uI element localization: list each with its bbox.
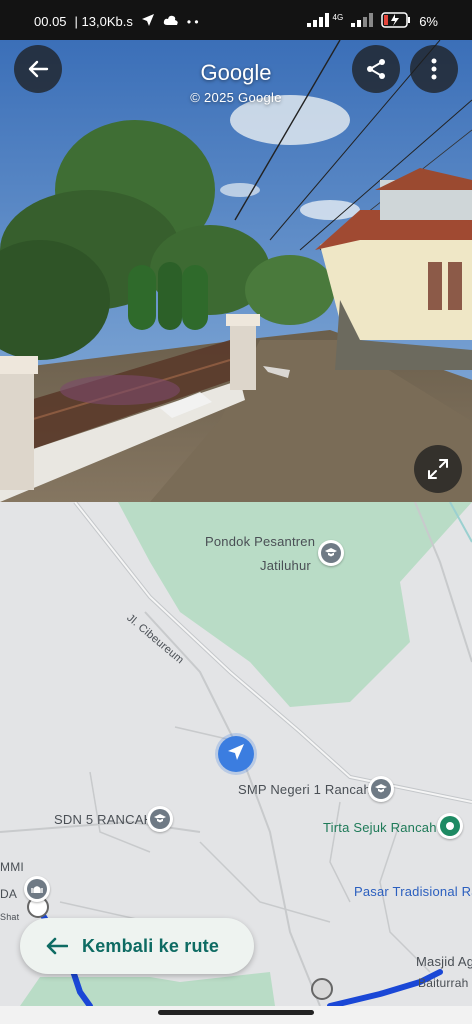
more-options-button[interactable] xyxy=(410,45,458,93)
street-view-copyright: © 2025 Google xyxy=(190,90,282,105)
expand-icon xyxy=(427,458,449,480)
battery-icon xyxy=(381,12,411,31)
school-icon xyxy=(325,544,337,562)
school-marker-smp[interactable] xyxy=(368,776,394,802)
more-vert-icon xyxy=(431,58,437,80)
map-label-pondok-line2: Jatiluhur xyxy=(260,558,311,573)
map-label-da: DA xyxy=(0,887,18,901)
map-label-tirta: Tirta Sejuk Rancah xyxy=(323,820,437,835)
home-handle[interactable] xyxy=(158,1010,314,1015)
expand-button[interactable] xyxy=(414,445,462,493)
status-time: 00.05 xyxy=(34,14,67,29)
street-view-title: Google xyxy=(200,60,272,85)
signal-icon xyxy=(306,13,331,30)
street-view-panel[interactable]: Google © 2025 Google xyxy=(0,40,472,502)
mosque-icon xyxy=(31,880,43,898)
school-icon xyxy=(154,810,166,828)
status-bar: 00.05 | 13,0Kb.s • • 4G 6% xyxy=(0,0,472,40)
battery-percent: 6% xyxy=(419,14,438,29)
location-arrow-icon xyxy=(141,13,155,30)
back-to-route-button[interactable]: Kembali ke rute xyxy=(20,918,254,974)
more-notifications-icon: • • xyxy=(186,14,199,29)
network-type-label: 4G xyxy=(332,13,344,22)
signal-2-icon xyxy=(351,13,374,30)
map-label-baiturrahman: Baiturrah xyxy=(418,976,469,990)
navigation-arrow-icon xyxy=(227,743,245,766)
street-view-image[interactable] xyxy=(0,40,472,502)
map-label-smp: SMP Negeri 1 Rancah xyxy=(238,782,371,797)
my-location-marker[interactable] xyxy=(218,736,254,772)
school-marker-sdn[interactable] xyxy=(147,806,173,832)
arrow-back-icon xyxy=(46,937,68,955)
map-label-masjid: Masjid Ag xyxy=(416,954,472,969)
map-label-mmi: MMI xyxy=(0,860,24,874)
share-icon xyxy=(364,57,388,81)
map-label-sdn: SDN 5 RANCAH xyxy=(54,812,154,827)
school-icon xyxy=(375,780,387,798)
map-label-pondok-line1: Pondok Pesantren xyxy=(205,534,316,549)
school-marker-pondok[interactable] xyxy=(318,540,344,566)
back-button[interactable] xyxy=(14,45,62,93)
back-to-route-label: Kembali ke rute xyxy=(82,935,220,956)
share-button[interactable] xyxy=(352,45,400,93)
mosque-marker[interactable] xyxy=(24,876,50,902)
system-nav-bar xyxy=(0,1006,472,1024)
status-speed: | 13,0Kb.s xyxy=(74,14,133,29)
map-label-pasar: Pasar Tradisional Ra xyxy=(354,884,472,899)
place-dot-icon xyxy=(446,822,454,830)
arrow-back-icon xyxy=(27,58,49,80)
map-label-hat: Shat xyxy=(0,912,20,922)
cloud-icon xyxy=(163,14,179,29)
place-marker-tirta[interactable] xyxy=(437,813,463,839)
